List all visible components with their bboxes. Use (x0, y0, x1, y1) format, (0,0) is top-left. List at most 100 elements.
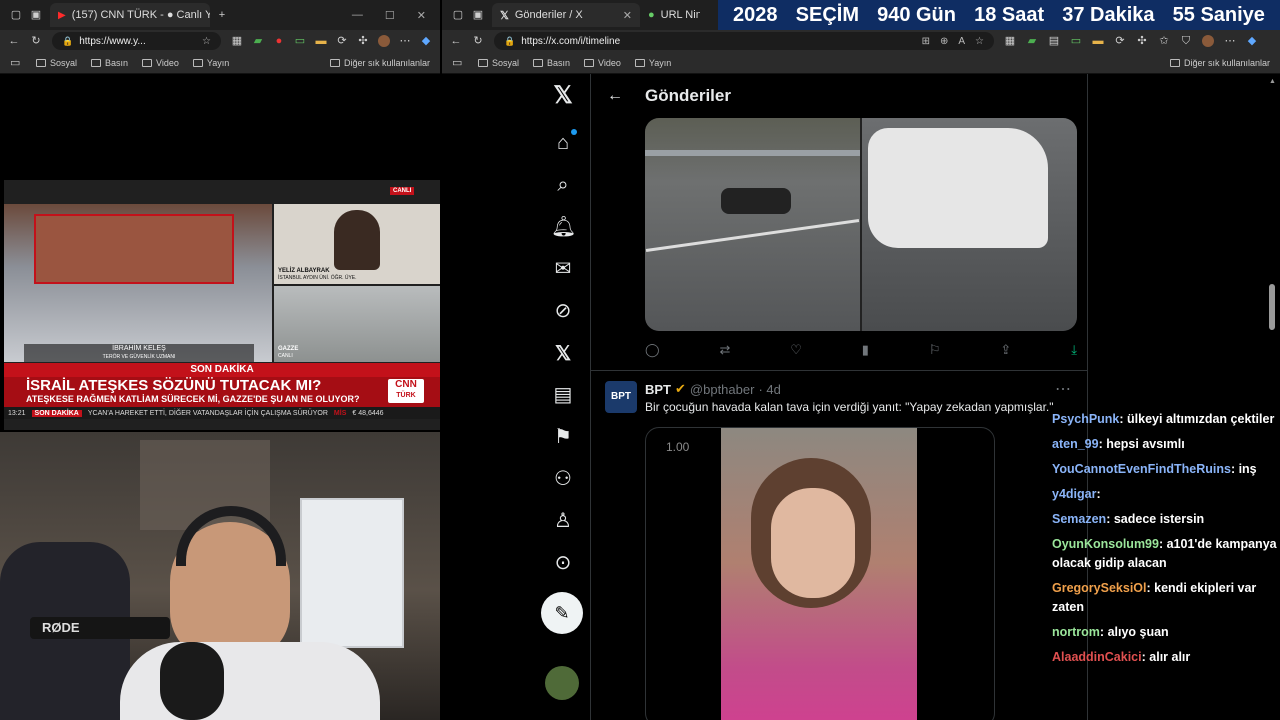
address-bar[interactable]: 🔒 https://www.y... ☆ (52, 32, 221, 50)
bookmark-menu-icon[interactable]: ▭ (10, 57, 22, 69)
messages-icon[interactable]: ✉ (551, 257, 575, 281)
tab-actions-icon[interactable]: ▣ (30, 9, 42, 21)
repost-icon[interactable]: ⇄ (719, 342, 730, 358)
video-speed[interactable]: 1.00 (666, 440, 689, 454)
chat-username[interactable]: OyunKonsolum99 (1052, 537, 1159, 551)
app-install-icon[interactable]: ⊞ (922, 36, 930, 47)
settings-icon[interactable]: ✣ (1136, 35, 1148, 47)
premium-icon[interactable]: 𝕏 (551, 342, 575, 366)
bookmark-yayin[interactable]: Yayın (634, 58, 671, 68)
extension-icon[interactable]: ▦ (1004, 35, 1016, 47)
extension-icon[interactable]: ▦ (231, 35, 243, 47)
post-bpt[interactable]: BPT BPT ✔ @bpthaber · 4d ⋯ Bir çocuğun h… (591, 370, 1087, 720)
post-video[interactable]: 1.00 (645, 427, 995, 720)
post-image-2[interactable] (862, 118, 1077, 331)
post-handle[interactable]: @bpthaber (690, 382, 755, 397)
bookmark-basin[interactable]: Basın (533, 58, 570, 68)
scrollbar-thumb[interactable] (1269, 284, 1275, 330)
extension-icon[interactable]: ▰ (1026, 35, 1038, 47)
reply-icon[interactable]: ◯ (645, 342, 660, 358)
copilot-icon[interactable]: ◆ (420, 35, 432, 47)
chat-username[interactable]: aten_99 (1052, 437, 1099, 451)
settings-icon[interactable]: ✣ (357, 35, 369, 47)
post-more-icon[interactable]: ⋯ (1055, 379, 1071, 399)
shield-icon[interactable]: ⛉ (1180, 35, 1192, 47)
close-tab-icon[interactable]: ✕ (623, 9, 632, 22)
lists-icon[interactable]: ▤ (551, 383, 575, 407)
views-icon[interactable]: ▮ (862, 342, 869, 358)
bookmark-other[interactable]: Diğer sık kullanılanlar (329, 58, 430, 68)
tab-url-ninja[interactable]: ● URL Ninja ( (640, 3, 700, 27)
back-arrow-icon[interactable]: ← (607, 87, 623, 105)
more-icon[interactable]: ⊙ (551, 551, 575, 575)
chat-username[interactable]: nortrom (1052, 625, 1100, 639)
favorite-star-icon[interactable]: ☆ (202, 36, 211, 47)
profile-icon[interactable]: ♙ (551, 509, 575, 533)
favorite-star-icon[interactable]: ☆ (975, 36, 984, 47)
refresh-icon[interactable]: ↻ (472, 35, 484, 47)
zoom-icon[interactable]: ⊕ (940, 36, 948, 47)
sync-icon[interactable]: ⟳ (1114, 35, 1126, 47)
post-media-grid[interactable] (645, 118, 1077, 331)
extensions-puzzle-icon[interactable]: ⟳ (336, 35, 348, 47)
home-icon[interactable]: ⌂ (551, 129, 577, 155)
bookmark-video[interactable]: Video (142, 58, 179, 68)
extension-icon[interactable]: ▤ (1048, 35, 1060, 47)
extension-icon[interactable]: ▭ (294, 35, 306, 47)
x-timeline[interactable]: ← Gönderiler ◯ ⇄ ♡ ▮ ⚐ ⇪ ⤓ BPT BPT ✔ @bp… (590, 74, 1088, 720)
profile-avatar[interactable] (1202, 35, 1214, 47)
refresh-icon[interactable]: ↻ (30, 35, 42, 47)
bpt-avatar[interactable]: BPT (605, 381, 637, 413)
back-icon[interactable]: ← (450, 35, 462, 47)
tab-x-posts[interactable]: 𝕏 Gönderiler / X ✕ (492, 3, 640, 27)
extension-icon[interactable]: ▬ (315, 35, 327, 47)
more-menu-icon[interactable]: ⋯ (399, 35, 411, 47)
extension-icon[interactable]: ▰ (252, 35, 264, 47)
grok-icon[interactable]: ⊘ (551, 299, 575, 323)
share-icon[interactable]: ⇪ (1000, 342, 1011, 358)
post-author[interactable]: BPT (645, 382, 671, 397)
chat-username[interactable]: PsychPunk (1052, 412, 1119, 426)
profile-avatar[interactable] (378, 35, 390, 47)
extension-icon[interactable]: ▬ (1092, 35, 1104, 47)
workspaces-icon[interactable]: ▢ (452, 9, 464, 21)
back-icon[interactable]: ← (8, 35, 20, 47)
bookmark-yayin[interactable]: Yayın (192, 58, 229, 68)
like-icon[interactable]: ♡ (790, 342, 802, 358)
maximize-icon[interactable]: ☐ (385, 9, 395, 22)
favorites-icon[interactable]: ✩ (1158, 35, 1170, 47)
new-tab-icon[interactable]: + (216, 9, 228, 21)
communities-icon[interactable]: ⚇ (551, 467, 575, 491)
download-icon[interactable]: ⤓ (1071, 342, 1077, 358)
bookmark-menu-icon[interactable]: ▭ (452, 57, 464, 69)
post-button[interactable]: ✎ (541, 592, 583, 634)
workspaces-icon[interactable]: ▢ (10, 9, 22, 21)
tv-stream[interactable]: CANLI İBRAHİM KELEŞ TERÖR VE GÜVENLİK UZ… (4, 180, 440, 430)
chat-username[interactable]: y4digar (1052, 487, 1096, 501)
minimize-icon[interactable]: — (352, 9, 363, 22)
bookmark-sosyal[interactable]: Sosyal (36, 58, 77, 68)
close-window-icon[interactable]: ✕ (417, 9, 426, 22)
chat-username[interactable]: GregorySeksiOl (1052, 581, 1147, 595)
bookmark-basin[interactable]: Basın (91, 58, 128, 68)
extension-icon[interactable]: ● (273, 35, 285, 47)
tab-actions-icon[interactable]: ▣ (472, 9, 484, 21)
post-image-1[interactable] (645, 118, 860, 331)
bookmark-icon[interactable]: ⚐ (929, 342, 941, 358)
bookmark-sosyal[interactable]: Sosyal (478, 58, 519, 68)
account-avatar[interactable] (545, 666, 579, 700)
explore-icon[interactable]: ⌕ (551, 173, 575, 197)
extension-icon[interactable]: ▭ (1070, 35, 1082, 47)
address-bar[interactable]: 🔒 https://x.com/i/timeline ⊞ ⊕ A ☆ (494, 32, 994, 50)
chat-username[interactable]: AlaaddinCakici (1052, 650, 1142, 664)
copilot-icon[interactable]: ◆ (1246, 35, 1258, 47)
more-menu-icon[interactable]: ⋯ (1224, 35, 1236, 47)
bookmarks-icon[interactable]: ⚑ (551, 425, 575, 449)
chat-username[interactable]: Semazen (1052, 512, 1106, 526)
bookmark-video[interactable]: Video (584, 58, 621, 68)
chat-username[interactable]: YouCannotEvenFindTheRuins (1052, 462, 1231, 476)
bookmark-other[interactable]: Diğer sık kullanılanlar (1169, 58, 1270, 68)
post-time[interactable]: · 4d (758, 382, 780, 397)
notifications-icon[interactable]: 🔔︎ (551, 215, 576, 239)
x-logo-icon[interactable]: 𝕏 (551, 84, 575, 108)
